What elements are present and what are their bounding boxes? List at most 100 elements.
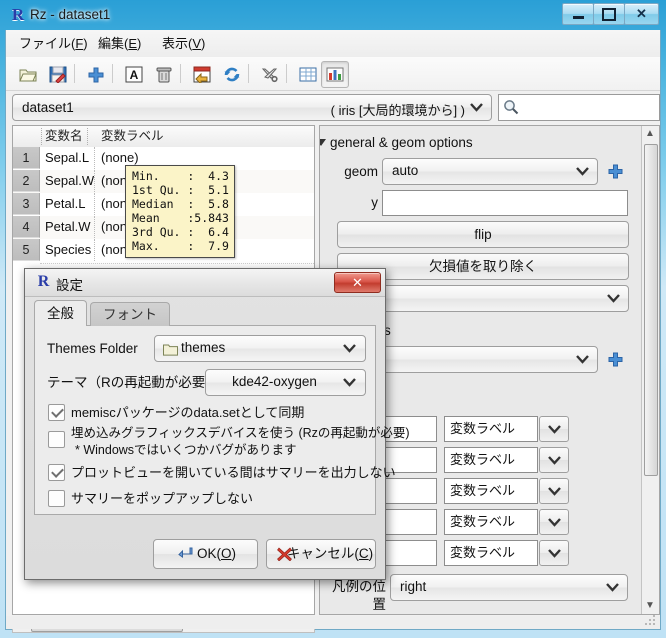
dialog-close-button[interactable]: ✕ <box>334 272 381 293</box>
scroll-up-icon[interactable]: ▲ <box>642 126 658 142</box>
varlabel-dropdown-2[interactable] <box>539 447 569 473</box>
chevron-down-icon <box>548 456 561 465</box>
chevron-down-icon <box>470 103 483 112</box>
toolbar-separator-4 <box>248 64 249 83</box>
varlabel-combo-3[interactable]: 変数ラベル <box>444 478 538 504</box>
cell-varname[interactable]: Sepal.W <box>45 170 95 192</box>
column-header-varlabel[interactable]: 変数ラベル <box>101 128 164 145</box>
legend-position-combo[interactable]: right <box>390 574 628 601</box>
cell-varname[interactable]: Petal.W <box>45 216 95 238</box>
add-geom-icon[interactable] <box>608 164 623 179</box>
varlabel-dropdown-1[interactable] <box>539 416 569 442</box>
chevron-down-icon <box>548 487 561 496</box>
minimize-icon <box>572 15 584 19</box>
close-icon: ✕ <box>636 6 647 21</box>
checkbox-no-summary-popup[interactable] <box>48 490 65 507</box>
refresh-button[interactable] <box>218 61 246 88</box>
table-divider <box>40 262 314 264</box>
checkbox-embedded-device[interactable] <box>48 431 65 448</box>
open-folder-button[interactable] <box>14 61 42 88</box>
varlabel-combo-4[interactable]: 変数ラベル <box>444 509 538 535</box>
y-label: y <box>371 195 378 210</box>
r-logo-icon: R <box>37 273 50 290</box>
dialog-title: 設定 <box>56 278 83 293</box>
tools-button[interactable] <box>256 61 284 88</box>
checkbox-memisc-sync[interactable] <box>48 404 65 421</box>
column-header-varname[interactable]: 変数名 <box>45 128 88 145</box>
scroll-down-icon[interactable]: ▼ <box>642 598 658 614</box>
varlabel-combo-2[interactable]: 変数ラベル <box>444 447 538 473</box>
flip-button[interactable]: flip <box>337 221 629 248</box>
delete-trash-icon <box>156 67 172 83</box>
cancel-button[interactable]: キャンセル(C) <box>266 539 376 569</box>
cell-varname[interactable]: Sepal.L <box>45 147 95 169</box>
row-index: 5 <box>13 239 40 261</box>
geom-combo[interactable]: auto <box>382 158 598 185</box>
cell-varname[interactable]: Petal.L <box>45 193 95 215</box>
spreadsheet-icon <box>299 67 317 82</box>
bar-chart-button[interactable] <box>321 61 349 88</box>
row-index: 2 <box>13 170 40 192</box>
varlabel-combo-1[interactable]: 変数ラベル <box>444 416 538 442</box>
options-vertical-scrollbar[interactable]: ▲ ▼ <box>641 126 659 614</box>
checkbox-no-summary-while-plotview[interactable] <box>48 464 65 481</box>
search-input[interactable] <box>525 98 659 119</box>
enter-arrow-icon <box>178 547 193 558</box>
svg-text:A: A <box>130 68 139 82</box>
varlabel-dropdown-3[interactable] <box>539 478 569 504</box>
column-header-index[interactable] <box>13 128 42 145</box>
title-bar[interactable]: R Rz - dataset1 ✕ <box>0 0 666 30</box>
r-logo-icon: R <box>11 5 25 24</box>
varlabel-dropdown-5[interactable] <box>539 540 569 566</box>
add-plus-icon <box>88 67 104 83</box>
themes-folder-combo[interactable]: themes <box>154 335 366 362</box>
table-header: 変数名 変数ラベル <box>13 126 314 148</box>
legend-position-value: right <box>400 579 427 594</box>
toolbar: A <box>6 57 660 91</box>
y-field[interactable] <box>382 190 628 216</box>
varlabel-dropdown-4[interactable] <box>539 509 569 535</box>
row-index: 4 <box>13 216 40 238</box>
add-aesthetic-icon[interactable] <box>608 352 623 367</box>
red-x-icon <box>277 547 292 561</box>
geom-value: auto <box>392 163 419 178</box>
settings-dialog: R 設定 ✕ 全般 フォント Themes Folder themes テーマ（… <box>24 268 410 580</box>
dialog-footer: OK(O) キャンセル(C) <box>25 521 385 579</box>
summary-tooltip: Min. : 4.3 1st Qu. : 5.1 Median : 5.8 Me… <box>125 165 235 258</box>
checkbox-label-memisc-sync: memiscパッケージのdata.setとして同期 <box>71 405 305 420</box>
tab-font[interactable]: フォント <box>90 302 170 326</box>
import-button[interactable] <box>188 61 216 88</box>
close-button[interactable]: ✕ <box>624 3 659 25</box>
ok-button[interactable]: OK(O) <box>153 539 258 569</box>
save-button[interactable] <box>44 61 72 88</box>
scroll-thumb[interactable] <box>644 144 658 476</box>
dataset-selector[interactable]: dataset1 ( iris [大局的環境から] ) <box>12 94 492 121</box>
text-a-icon: A <box>125 66 143 83</box>
search-box[interactable] <box>498 94 660 121</box>
legend-position-label: 凡例の位置 <box>332 579 386 612</box>
section-general-geom[interactable]: general & geom options <box>320 134 473 152</box>
toolbar-separator-3 <box>180 64 181 83</box>
theme-combo[interactable]: kde42-oxygen <box>205 369 366 396</box>
maximize-button[interactable] <box>593 3 625 25</box>
resize-grip-icon[interactable] <box>643 615 657 627</box>
chevron-down-icon <box>576 355 589 364</box>
menu-view[interactable]: 表示(V) <box>155 34 212 53</box>
triangle-down-icon <box>320 139 326 146</box>
dialog-title-bar[interactable]: R 設定 ✕ <box>25 269 385 297</box>
dialog-body: Themes Folder themes テーマ（Rの再起動が必要） kde42… <box>34 325 410 515</box>
main-window: R Rz - dataset1 ✕ ファイル(F) 編集(E) 表示(V) A … <box>0 0 666 638</box>
tab-general[interactable]: 全般 <box>34 300 87 326</box>
varlabel-combo-5[interactable]: 変数ラベル <box>444 540 538 566</box>
menu-edit[interactable]: 編集(E) <box>91 34 148 53</box>
section-title: general & geom options <box>330 135 473 150</box>
chevron-down-icon <box>606 583 619 592</box>
cell-varname[interactable]: Species <box>45 239 95 261</box>
menu-file[interactable]: ファイル(F) <box>12 34 95 53</box>
minimize-button[interactable] <box>562 3 594 25</box>
dataset-name: dataset1 <box>22 100 74 115</box>
text-a-button[interactable]: A <box>120 61 148 88</box>
add-button[interactable] <box>82 61 110 88</box>
spreadsheet-button[interactable] <box>294 61 322 88</box>
delete-button[interactable] <box>150 61 178 88</box>
